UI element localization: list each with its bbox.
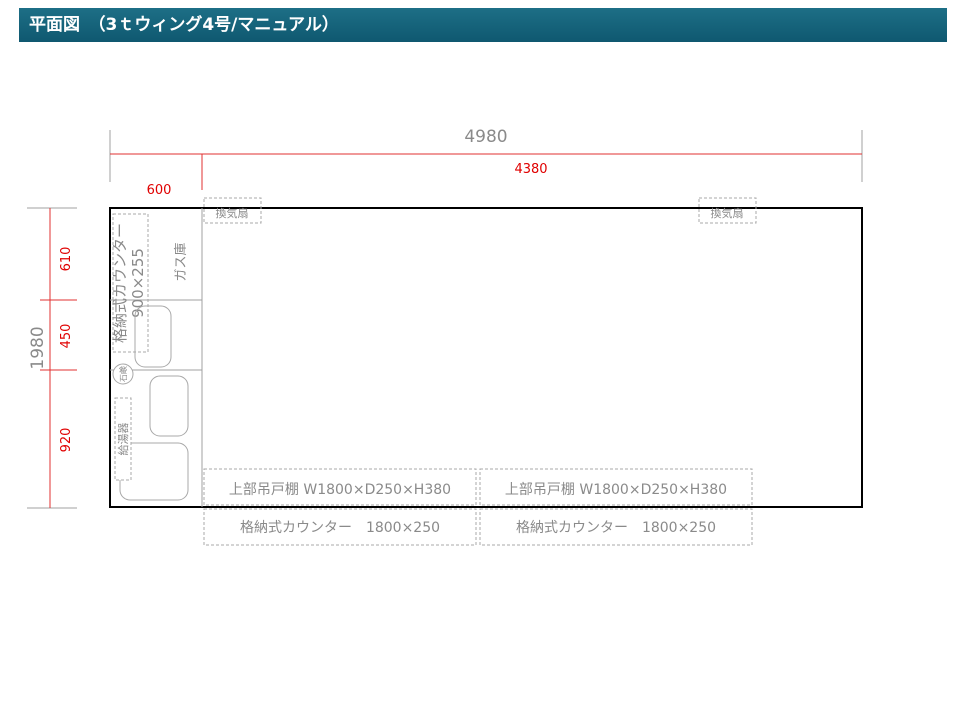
side-storage-counter: 格納式カウンター 900×255 <box>111 213 149 353</box>
water-heater-label: 給湯器 <box>116 423 130 456</box>
water-heater: 給湯器 <box>114 397 132 481</box>
upper-cabinet-1-label: 上部吊戸棚 W1800×D250×H380 <box>229 482 451 498</box>
sink-basin-middle <box>149 375 189 437</box>
total-length-dimension: 4980 4380 600 <box>109 127 863 198</box>
storage-counter-2-label: 格納式カウンター 1800×250 <box>516 520 716 536</box>
soap-label: 石鹸 <box>118 366 128 382</box>
upper-cabinet-2: 上部吊戸棚 W1800×D250×H380 <box>479 468 753 506</box>
side-counter-label: 格納式カウンター <box>111 223 129 343</box>
fan-left-label: 換気扇 <box>216 206 249 220</box>
section-a-label: 610 <box>59 247 74 272</box>
cargo-length-label: 4380 <box>514 162 547 177</box>
section-c-label: 920 <box>59 428 74 453</box>
total-width-label: 1980 <box>28 326 48 369</box>
section-b-label: 450 <box>59 324 74 349</box>
side-counter-size: 900×255 <box>129 248 147 318</box>
storage-counter-1-label: 格納式カウンター 1800×250 <box>240 520 440 536</box>
front-section-label: 600 <box>147 183 172 198</box>
ventilation-fan-right: 換気扇 <box>698 197 757 224</box>
cargo-outline <box>109 207 863 508</box>
ventilation-fan-left: 換気扇 <box>203 197 262 224</box>
total-length-label: 4980 <box>464 127 507 147</box>
soap-dispenser: 石鹸 <box>112 363 134 385</box>
fan-right-label: 換気扇 <box>711 206 744 220</box>
floor-plan: 4980 4380 600 1980 610 450 920 換気扇 換気扇 格… <box>27 127 863 546</box>
storage-counter-1: 格納式カウンター 1800×250 <box>203 508 477 546</box>
gas-storage-label: ガス庫 <box>174 242 189 281</box>
storage-counter-2: 格納式カウンター 1800×250 <box>479 508 753 546</box>
upper-cabinet-2-label: 上部吊戸棚 W1800×D250×H380 <box>505 482 727 498</box>
upper-cabinet-1: 上部吊戸棚 W1800×D250×H380 <box>203 468 477 506</box>
width-dimension: 1980 610 450 920 <box>27 207 77 509</box>
